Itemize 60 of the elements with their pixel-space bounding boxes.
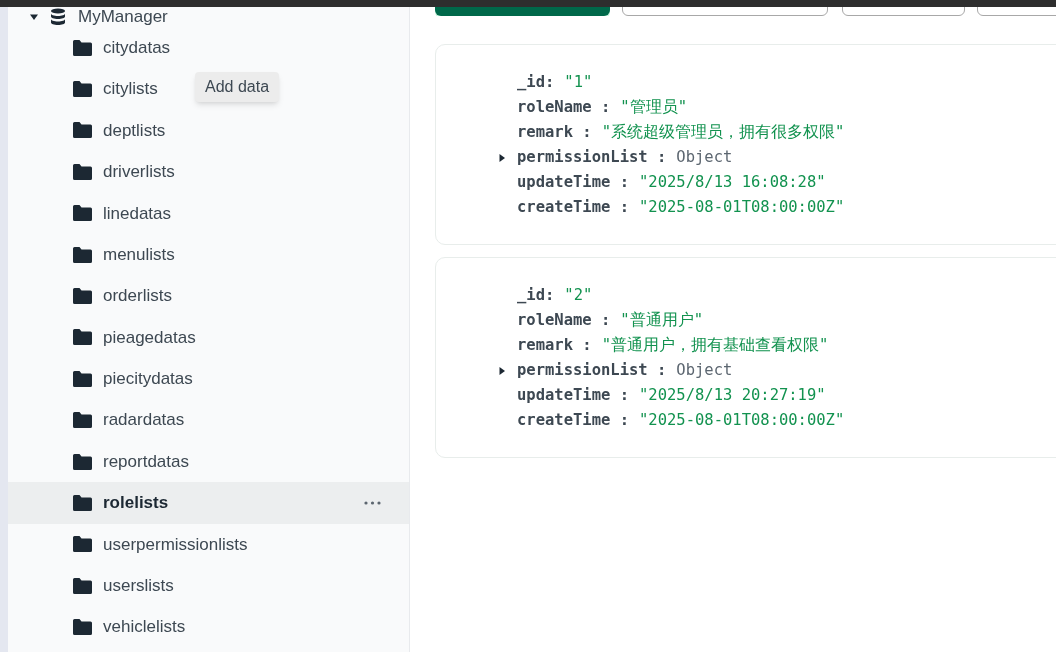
folder-icon [72,452,93,471]
collection-item[interactable]: driverlists [72,159,175,185]
collection-item[interactable]: reportdatas [72,448,189,475]
field-value: "1" [564,71,593,93]
caret-right-icon[interactable] [498,153,506,162]
field-key: remark : [517,120,592,145]
field-key: updateTime : [517,383,629,408]
folder-icon [72,80,93,99]
field-value: "2025-08-01T08:00:00Z" [639,196,845,218]
field-value: "2025/8/13 20:27:19" [639,384,826,406]
folder-icon [72,535,93,554]
field-key: createTime : [517,195,629,220]
field-key: permissionList : [517,358,667,383]
folder-icon [72,162,93,181]
more-icon[interactable] [364,501,381,505]
folder-icon [72,618,93,637]
folder-icon [72,576,93,595]
folder-icon [72,411,93,430]
collection-item[interactable]: vehiclelists [72,614,186,640]
field-key: roleName : [517,308,611,333]
collection-item[interactable]: radardatas [72,407,185,433]
collection-item[interactable]: citydatas [72,34,171,61]
field-value: "2025/8/13 16:08:28" [639,171,826,193]
collection-item[interactable]: citylists [72,76,158,102]
field-value: "普通用户" [620,309,703,331]
field-value: "管理员" [620,96,687,118]
field-value: Object [676,146,733,168]
collection-item[interactable]: menulists [72,241,175,268]
field-key: permissionList : [517,145,667,170]
field-value: "系统超级管理员，拥有很多权限" [601,121,845,143]
caret-down-icon[interactable] [30,13,38,21]
field-key: roleName : [517,95,611,120]
field-value: "2" [564,284,593,306]
folder-icon [72,38,93,57]
folder-icon [72,287,93,306]
field-key: _id: [517,283,555,308]
field-key: updateTime : [517,170,629,195]
field-key: _id: [517,70,555,95]
field-key: createTime : [517,408,629,433]
field-value: "普通用户，拥有基础查看权限" [601,334,829,356]
database-icon [50,8,66,26]
collection-item[interactable]: linedatas [72,200,172,226]
tooltip: Add data [195,72,280,102]
caret-right-icon[interactable] [498,366,506,375]
folder-icon [72,245,93,264]
collection-item[interactable]: piecitydatas [72,366,193,392]
folder-icon [72,494,93,512]
folder-icon [72,121,93,140]
field-value: Object [676,359,733,381]
folder-icon [72,369,93,388]
collection-item[interactable]: pieagedatas [72,324,196,351]
folder-icon [72,328,93,347]
database-name[interactable]: MyManager [78,4,168,30]
collection-item[interactable]: orderlists [72,283,172,309]
field-key: remark : [517,333,592,358]
collection-item[interactable]: userpermissionlists [72,531,248,558]
collection-item[interactable]: userslists [72,573,174,599]
collection-item[interactable]: deptlists [72,117,166,144]
field-value: "2025-08-01T08:00:00Z" [639,409,845,431]
folder-icon [72,204,93,223]
